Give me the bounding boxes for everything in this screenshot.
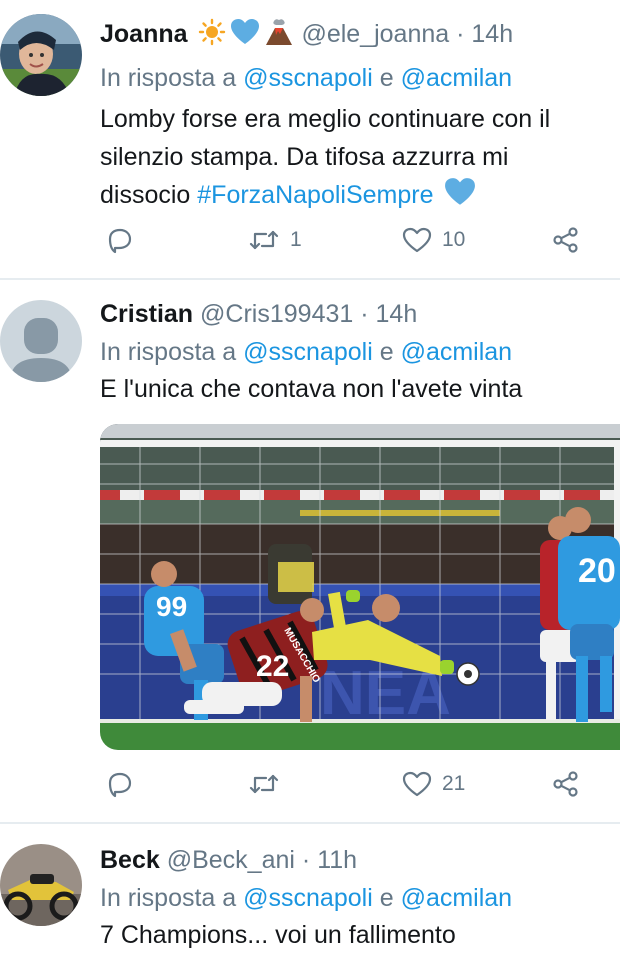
heart-icon: [402, 771, 432, 797]
avatar-cristian[interactable]: [0, 300, 82, 382]
retweet-count: 1: [290, 228, 302, 251]
share-button[interactable]: [552, 770, 580, 798]
blue-heart-emoji-icon: [230, 18, 260, 54]
like-button[interactable]: 10: [402, 226, 465, 254]
reply-context: In risposta a @sscnapoli e @acmilan: [100, 338, 513, 366]
mention-acmilan[interactable]: @acmilan: [401, 64, 513, 92]
like-button[interactable]: 21: [402, 770, 465, 798]
reply-icon: [108, 228, 132, 254]
like-count: 10: [442, 228, 466, 251]
heart-icon: [402, 227, 432, 253]
tweet-text: Lomby forse era meglio continuare con il…: [100, 100, 620, 218]
avatar-beck[interactable]: [0, 844, 82, 926]
mention-sscnapoli[interactable]: @sscnapoli: [243, 338, 373, 366]
author-handle[interactable]: @Beck_ani: [167, 846, 295, 874]
mention-acmilan[interactable]: @acmilan: [401, 338, 513, 366]
blue-heart-emoji-icon: [444, 177, 476, 218]
retweet-button[interactable]: [248, 770, 290, 798]
author-name[interactable]: Beck: [100, 846, 160, 874]
sun-emoji-icon: [198, 18, 226, 54]
retweet-icon: [249, 230, 279, 250]
share-icon: [553, 227, 578, 253]
tweet-text: E l'unica che contava non l'avete vinta: [100, 375, 523, 403]
mention-sscnapoli[interactable]: @sscnapoli: [243, 64, 373, 92]
timestamp[interactable]: 14h: [376, 300, 418, 328]
mention-sscnapoli[interactable]: @sscnapoli: [243, 884, 373, 912]
author-name[interactable]: Cristian: [100, 300, 193, 328]
timestamp[interactable]: 11h: [317, 846, 357, 874]
retweet-button[interactable]: 1: [248, 226, 302, 254]
tweet-actions: 21: [100, 770, 590, 802]
volcano-emoji-icon: [264, 18, 294, 54]
author-name[interactable]: Joanna: [100, 20, 188, 48]
reply-button[interactable]: [106, 226, 134, 254]
jersey-number: 20: [578, 552, 616, 590]
reply-context: In risposta a @sscnapoli e @acmilan: [100, 884, 513, 912]
jersey-number: 22: [256, 650, 289, 683]
timestamp[interactable]: 14h: [471, 20, 513, 48]
avatar-joanna[interactable]: [0, 14, 82, 96]
tweet-beck[interactable]: Beck @Beck_ani · 11h In risposta a @sscn…: [0, 824, 620, 973]
reply-icon: [108, 772, 132, 798]
author-handle[interactable]: @Cris199431: [200, 300, 353, 328]
tweet-photo[interactable]: NEA 99 22 MUSACCHIO 20: [100, 424, 620, 750]
tweet-actions: 1 10: [100, 226, 590, 258]
mention-acmilan[interactable]: @acmilan: [401, 884, 513, 912]
like-count: 21: [442, 772, 466, 795]
share-button[interactable]: [552, 226, 580, 254]
tweet-joanna[interactable]: Joanna @ele_joanna · 14h In risposta a @…: [0, 0, 620, 278]
author-handle[interactable]: @ele_joanna: [301, 20, 449, 48]
tweet-text: 7 Champions... voi un fallimento: [100, 921, 456, 949]
retweet-icon: [249, 774, 279, 794]
jersey-number: 99: [156, 591, 187, 622]
reply-button[interactable]: [106, 770, 134, 798]
share-icon: [553, 771, 578, 797]
hashtag-link[interactable]: #ForzaNapoliSempre: [197, 181, 433, 209]
reply-context: In risposta a @sscnapoli e @acmilan: [100, 64, 513, 92]
